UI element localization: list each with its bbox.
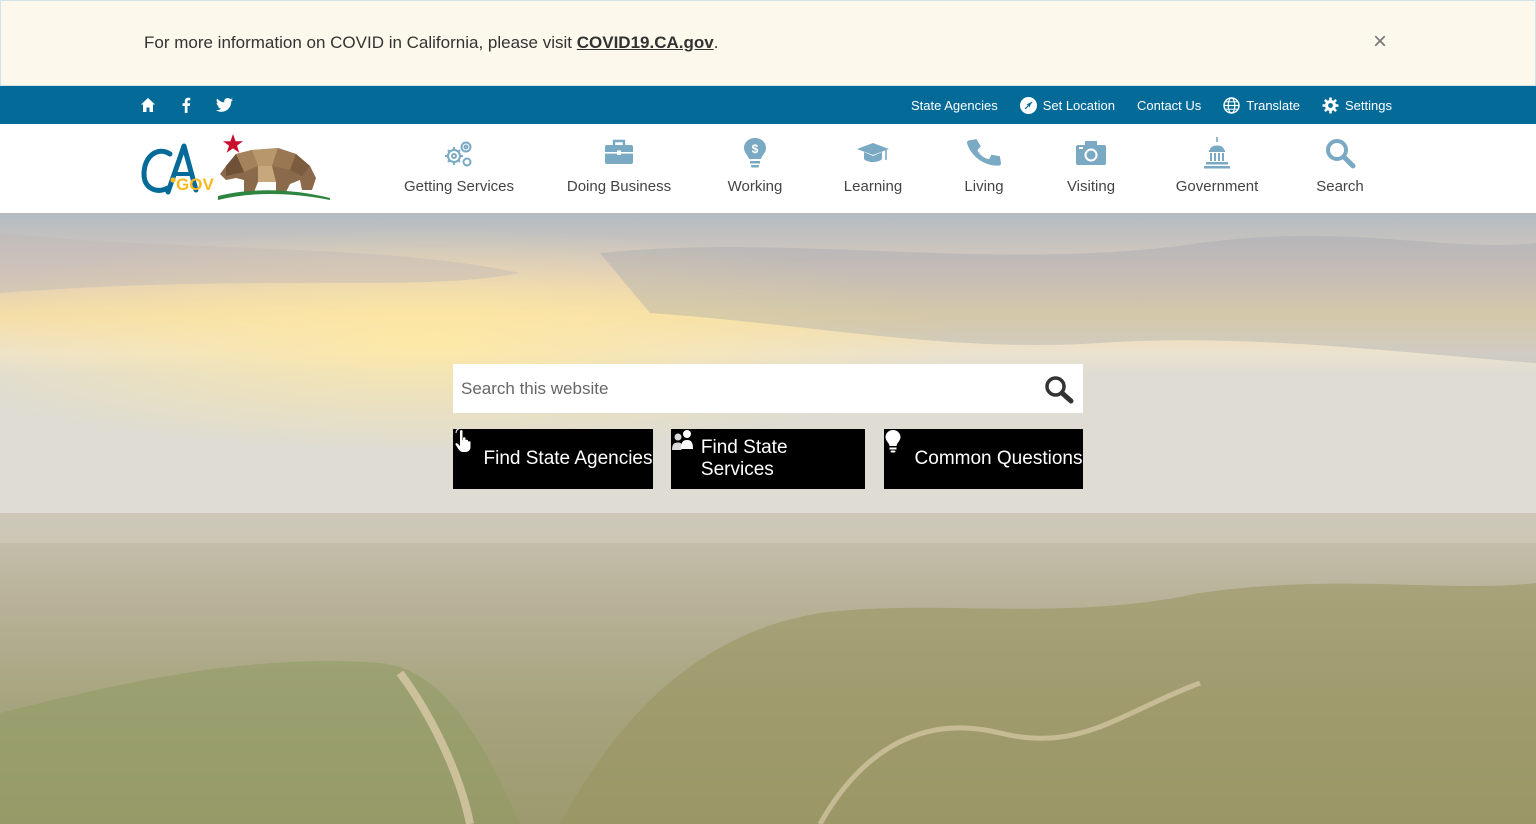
- lightbulb-icon: [885, 430, 907, 471]
- hero-quick-links: Find State Agencies Find State Services …: [453, 429, 1083, 489]
- nav-search[interactable]: Search: [1284, 124, 1396, 213]
- find-state-services-button[interactable]: Find State Services: [671, 429, 865, 489]
- location-icon: [1019, 96, 1037, 114]
- utility-bar: State Agencies Set Location Contact Us T…: [0, 86, 1536, 124]
- nav-doing-business[interactable]: Doing Business: [538, 124, 700, 213]
- nav-getting-services[interactable]: Getting Services: [380, 124, 538, 213]
- translate-link[interactable]: Translate: [1223, 96, 1301, 114]
- lightbulb-dollar-icon: $: [738, 136, 772, 170]
- set-location-label: Set Location: [1042, 97, 1115, 113]
- alert-message: For more information on COVID in Califor…: [144, 33, 577, 52]
- svg-text:$: $: [752, 142, 759, 156]
- globe-icon: [1223, 96, 1240, 114]
- people-icon: [671, 430, 693, 471]
- gear-icon: [1322, 97, 1339, 114]
- nav-learning[interactable]: Learning: [810, 124, 936, 213]
- site-header: GOV Getting Services Doing Business $ Wo…: [0, 124, 1536, 213]
- contact-us-link[interactable]: Contact Us: [1137, 98, 1201, 113]
- state-agencies-label: State Agencies: [910, 97, 998, 113]
- main-nav: Getting Services Doing Business $ Workin…: [380, 124, 1396, 213]
- button-label: Common Questions: [914, 448, 1083, 469]
- camera-icon: [1074, 136, 1108, 170]
- search-submit-button[interactable]: [1043, 374, 1075, 404]
- facebook-icon[interactable]: [175, 94, 197, 116]
- twitter-icon[interactable]: [213, 94, 235, 116]
- search-box: [453, 364, 1083, 413]
- social-links: [137, 86, 235, 124]
- button-label: Find State Services: [700, 437, 788, 480]
- nav-working[interactable]: $ Working: [700, 124, 810, 213]
- nav-label: Getting Services: [403, 178, 515, 195]
- briefcase-icon: [602, 136, 636, 170]
- graduation-cap-icon: [856, 136, 890, 170]
- button-label: Find State Agencies: [483, 448, 653, 469]
- phone-icon: [967, 136, 1001, 170]
- nav-label: Working: [727, 178, 783, 195]
- alert-suffix: .: [713, 33, 719, 52]
- home-icon[interactable]: [137, 94, 159, 116]
- nav-label: Doing Business: [566, 178, 672, 195]
- nav-label: Government: [1175, 178, 1259, 195]
- covid-link[interactable]: COVID19.CA.gov: [577, 33, 714, 52]
- settings-label: Settings: [1345, 97, 1392, 113]
- common-questions-button[interactable]: Common Questions: [884, 429, 1083, 489]
- search-icon: [1045, 376, 1074, 404]
- nav-government[interactable]: Government: [1150, 124, 1284, 213]
- svg-text:GOV: GOV: [176, 175, 214, 194]
- search-input[interactable]: [453, 364, 1033, 413]
- settings-link[interactable]: Settings: [1322, 97, 1392, 114]
- hero-background-image: [0, 213, 1536, 824]
- state-agencies-link[interactable]: State Agencies: [911, 98, 998, 113]
- utility-links: State Agencies Set Location Contact Us T…: [911, 86, 1392, 124]
- covid-alert-banner: For more information on COVID in Califor…: [0, 0, 1536, 86]
- close-alert-button[interactable]: ×: [1373, 29, 1387, 55]
- alert-text: For more information on COVID in Califor…: [144, 33, 718, 53]
- capitol-icon: [1200, 136, 1234, 170]
- hero-section: Find State Agencies Find State Services …: [0, 213, 1536, 824]
- nav-label: Visiting: [1066, 178, 1116, 195]
- nav-label: Learning: [843, 178, 903, 195]
- pointer-hand-icon: [454, 429, 476, 471]
- nav-visiting[interactable]: Visiting: [1032, 124, 1150, 213]
- nav-living[interactable]: Living: [936, 124, 1032, 213]
- contact-us-label: Contact Us: [1136, 97, 1202, 113]
- nav-label: Search: [1316, 178, 1364, 195]
- search-icon: [1323, 136, 1357, 170]
- ca-gov-logo[interactable]: GOV: [140, 132, 335, 204]
- translate-label: Translate: [1246, 97, 1301, 113]
- set-location-link[interactable]: Set Location: [1019, 96, 1115, 114]
- nav-label: Living: [964, 178, 1004, 195]
- gears-icon: [442, 136, 476, 170]
- find-state-agencies-button[interactable]: Find State Agencies: [453, 429, 653, 489]
